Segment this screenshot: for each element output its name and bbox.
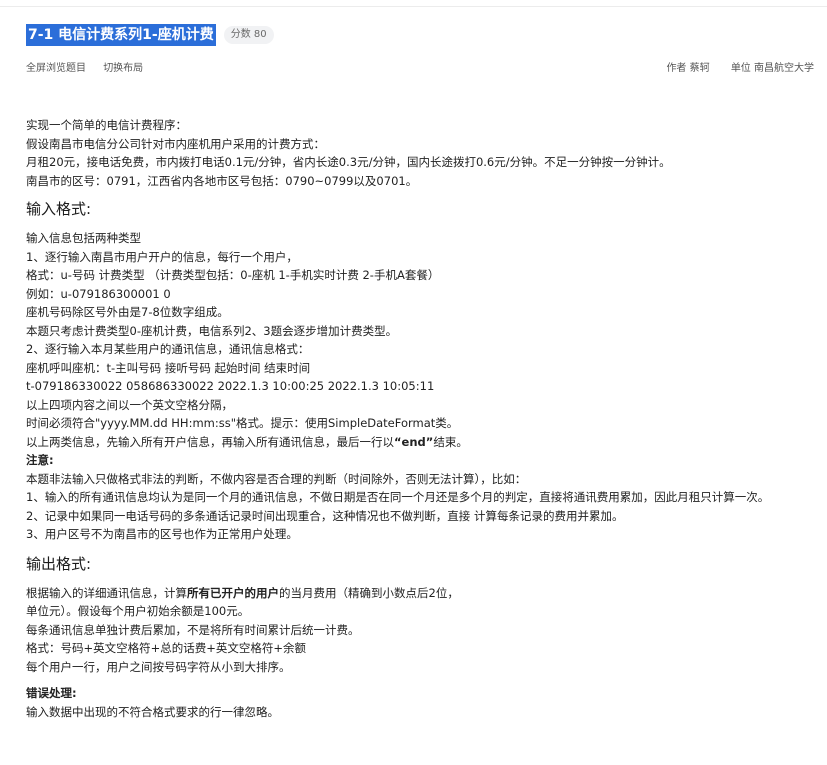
unit-label: 单位 南昌航空大学 <box>730 63 814 74</box>
note-line: 本题非法输入只做格式非法的判断，不做内容是否合理的判断（时间除外，否则无法计算）… <box>26 471 527 486</box>
author-label: 作者 蔡轲 <box>666 63 710 74</box>
input-line: 2、逐行输入本月某些用户的通讯信息，通讯信息格式： <box>26 342 310 356</box>
input-line: 输入信息包括两种类型 <box>26 231 141 245</box>
note-label: 注意: <box>26 453 54 467</box>
title-row: 7-1 电信计费系列1-座机计费 分数 80 <box>26 24 274 46</box>
error-handling-label: 错误处理: <box>26 686 77 700</box>
problem-page: 7-1 电信计费系列1-座机计费 分数 80 全屏浏览题目 切换布局 作者 蔡轲… <box>0 0 827 765</box>
input-line: 本题只考虑计费类型0-座机计费，电信系列2、3题会逐步增加计费类型。 <box>26 323 398 338</box>
input-line: 1、逐行输入南昌市用户开户的信息，每行一个用户， <box>26 249 298 264</box>
output-line-prefix: 根据输入的详细通讯信息，计算 <box>26 585 187 600</box>
problem-meta: 作者 蔡轲 单位 南昌航空大学 <box>648 61 814 77</box>
input-line: 格式：u-号码 计费类型 （计费类型包括：0-座机 1-手机实时计费 2-手机A… <box>26 268 440 282</box>
intro-line: 实现一个简单的电信计费程序： <box>26 118 187 132</box>
end-rule-line: 以上两类信息，先输入所有开户信息，再输入所有通讯信息，最后一行以“end”结束。 <box>26 433 816 452</box>
toolbar-actions: 全屏浏览题目 切换布局 <box>26 61 157 77</box>
input-line: 以上四项内容之间以一个英文空格分隔， <box>26 397 233 412</box>
note-line: 3、用户区号不为南昌市的区号也作为正常用户处理。 <box>26 527 298 541</box>
input-line: t-079186330022 058686330022 2022.1.3 10:… <box>26 379 435 393</box>
output-line: 每个用户一行，用户之间按号码字符从小到大排序。 <box>26 659 291 674</box>
problem-toolbar: 全屏浏览题目 切换布局 作者 蔡轲 单位 南昌航空大学 <box>26 61 814 77</box>
intro-line: 假设南昌市电信分公司针对市内座机用户采用的计费方式： <box>26 136 325 151</box>
input-format-heading: 输入格式: <box>26 200 92 218</box>
input-line: 例如：u-079186300001 0 <box>26 286 171 301</box>
input-line: 座机号码除区号外由是7-8位数字组成。 <box>26 305 229 319</box>
output-line-suffix: 的当月费用（精确到小数点后2位， <box>279 585 459 600</box>
output-line: 单位元）。假设每个用户初始余额是100元。 <box>26 604 250 618</box>
note-line: 2、记录中如果同一电话号码的多条通话记录时间出现重合，这种情况也不做判断，直接 … <box>26 508 624 523</box>
switch-layout-button[interactable]: 切换布局 <box>103 63 143 74</box>
input-line: 时间必须符合"yyyy.MM.dd HH:mm:ss"格式。提示：使用Simpl… <box>26 416 459 430</box>
output-format-section: 根据输入的详细通讯信息，计算所有已开户的用户的当月费用（精确到小数点后2位， 单… <box>26 584 816 722</box>
output-format-heading: 输出格式: <box>26 554 92 573</box>
end-rule-prefix: 以上两类信息，先输入所有开户信息，再输入所有通讯信息，最后一行以 <box>26 434 394 449</box>
end-keyword: “end” <box>394 434 434 449</box>
top-divider <box>0 6 827 7</box>
output-line: 每条通讯信息单独计费后累加，不是将所有时间累计后统一计费。 <box>26 622 360 637</box>
intro-line: 月租20元，接电话免费，市内拨打电话0.1元/分钟，省内长途0.3元/分钟，国内… <box>26 155 671 169</box>
output-line: 格式：号码+英文空格符+总的话费+英文空格符+余额 <box>26 641 307 655</box>
problem-description: 实现一个简单的电信计费程序： 假设南昌市电信分公司针对市内座机用户采用的计费方式… <box>26 116 816 721</box>
note-line: 1、输入的所有通讯信息均认为是同一个月的通讯信息，不做日期是否在同一个月还是多个… <box>26 490 770 504</box>
input-format-section: 输入信息包括两种类型 1、逐行输入南昌市用户开户的信息，每行一个用户， 格式：u… <box>26 229 816 544</box>
intro-line: 南昌市的区号：0791，江西省内各地市区号包括：0790~0799以及0701。 <box>26 173 418 188</box>
problem-title: 7-1 电信计费系列1-座机计费 <box>26 24 216 46</box>
intro-section: 实现一个简单的电信计费程序： 假设南昌市电信分公司针对市内座机用户采用的计费方式… <box>26 116 816 190</box>
fullscreen-view-button[interactable]: 全屏浏览题目 <box>26 63 86 74</box>
score-badge: 分数 80 <box>223 26 274 44</box>
output-line: 根据输入的详细通讯信息，计算所有已开户的用户的当月费用（精确到小数点后2位， <box>26 584 816 603</box>
error-handling-line: 输入数据中出现的不符合格式要求的行一律忽略。 <box>26 704 279 719</box>
input-line: 座机呼叫座机：t-主叫号码 接听号码 起始时间 结束时间 <box>26 360 311 375</box>
opened-users-emphasis: 所有已开户的用户 <box>187 585 279 600</box>
end-rule-suffix: 结束。 <box>433 434 468 449</box>
